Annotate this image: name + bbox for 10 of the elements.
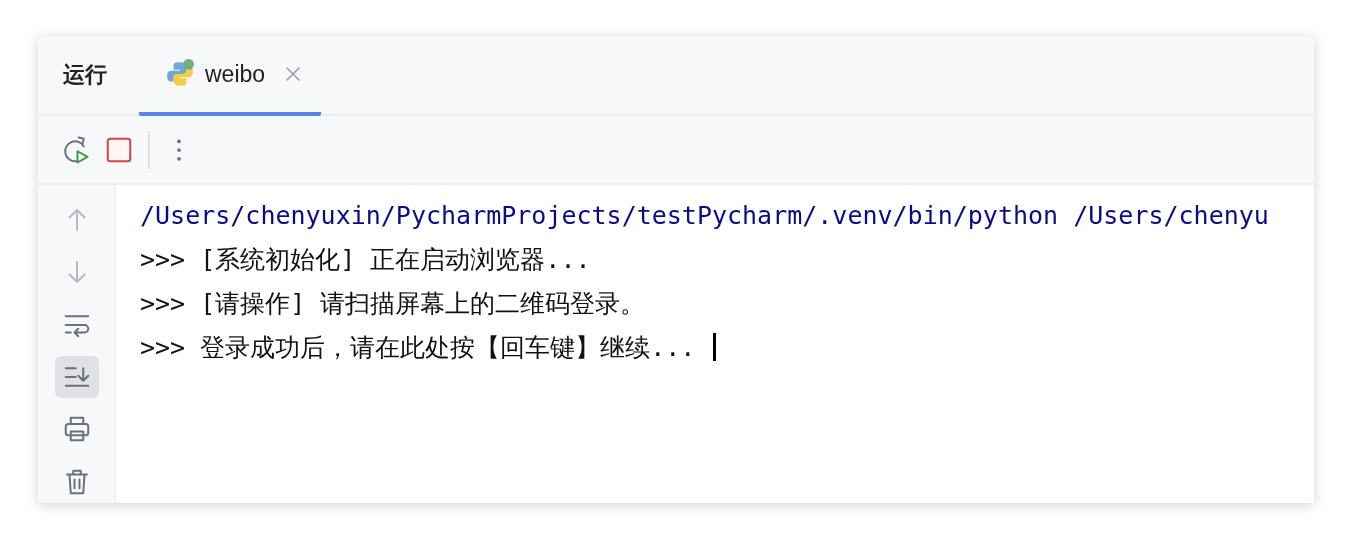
scroll-end-icon[interactable] <box>54 356 99 399</box>
console-line: >>> [请操作] 请扫描屏幕上的二维码登录。 <box>140 287 646 320</box>
console-line: >>> [系统初始化] 正在启动浏览器... <box>140 243 591 276</box>
tab-label: weibo <box>205 60 266 88</box>
text-cursor <box>713 333 717 361</box>
console-line: >>> 登录成功后，请在此处按【回车键】继续... <box>140 331 696 364</box>
close-icon[interactable] <box>285 66 302 82</box>
python-icon <box>165 59 195 89</box>
console-line: /Users/chenyuxin/PycharmProjects/testPycharm/.venv/bin/python /Users/chenyu <box>140 200 1269 230</box>
panel-title: 运行 <box>63 61 107 89</box>
